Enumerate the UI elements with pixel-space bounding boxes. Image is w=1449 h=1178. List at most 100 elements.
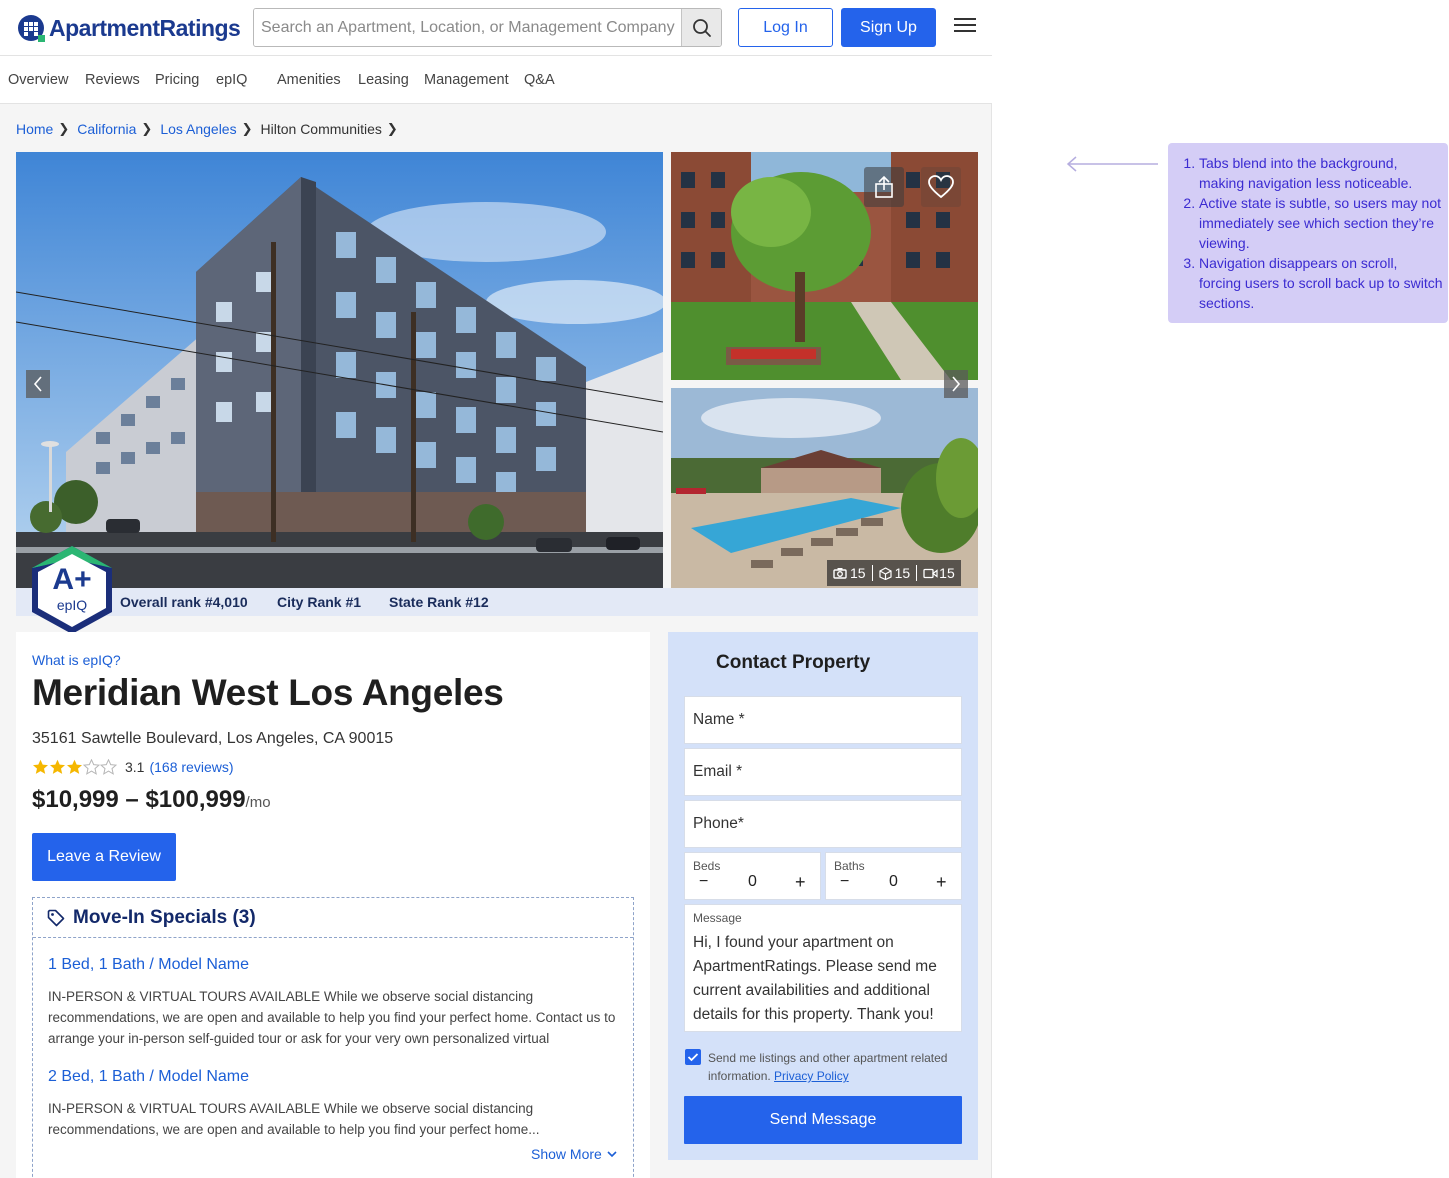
search-input[interactable] <box>254 9 683 46</box>
chevron-right-icon <box>952 376 961 392</box>
site-header: ApartmentRatings Log In Sign Up <box>0 0 992 56</box>
video-count: 15 <box>939 565 955 581</box>
tab-leasing[interactable]: Leasing <box>358 72 409 88</box>
send-message-button[interactable]: Send Message <box>684 1096 962 1144</box>
special-item-desc: IN-PERSON & VIRTUAL TOURS AVAILABLE Whil… <box>48 989 616 1046</box>
beds-label: Beds <box>693 859 721 873</box>
camera-icon <box>833 568 847 579</box>
check-icon <box>687 1053 699 1062</box>
tab-overview[interactable]: Overview <box>8 72 68 88</box>
tab-amenities[interactable]: Amenities <box>277 72 341 88</box>
chevron-left-icon <box>33 376 42 392</box>
beds-value: 0 <box>748 873 757 890</box>
annotation-item: Navigation disappears on scroll, forcing… <box>1199 253 1443 313</box>
rank-strip: Overall rank #4,010 City Rank #1 State R… <box>16 588 978 616</box>
building-photo-image <box>16 152 663 588</box>
pool-photo[interactable] <box>671 388 978 588</box>
logo[interactable]: ApartmentRatings <box>16 12 241 44</box>
breadcrumb: Home ❯ California ❯ Los Angeles ❯ Hilton… <box>16 120 406 138</box>
message-text: Hi, I found your apartment on ApartmentR… <box>693 934 937 1023</box>
signup-button[interactable]: Sign Up <box>841 8 936 47</box>
state-rank: State Rank #12 <box>389 594 489 610</box>
reviews-count-link[interactable]: (168 reviews) <box>149 759 233 775</box>
breadcrumb-home[interactable]: Home <box>16 121 53 137</box>
breadcrumb-state[interactable]: California <box>77 121 136 137</box>
epiq-label: epIQ <box>56 597 88 613</box>
beds-decrement-button[interactable]: − <box>699 873 708 891</box>
phone-field[interactable]: Phone* <box>684 800 962 848</box>
name-field[interactable]: Name * <box>684 696 962 744</box>
email-field-label: Email * <box>693 763 743 780</box>
rating-row: 3.1 (168 reviews) <box>32 759 234 775</box>
baths-value: 0 <box>889 873 898 890</box>
hamburger-menu-icon[interactable] <box>954 18 978 38</box>
tab-qa[interactable]: Q&A <box>524 72 555 88</box>
price-value: $10,999 – $100,999 <box>32 786 246 813</box>
tab-management[interactable]: Management <box>424 72 509 88</box>
contact-property-card: Contact Property Name * Email * Phone* B… <box>668 632 978 1160</box>
price-range: $10,999 – $100,999/mo <box>32 786 271 814</box>
show-more-button[interactable]: Show More <box>531 1146 618 1162</box>
media-counts[interactable]: 15 15 15 <box>827 560 961 586</box>
share-button[interactable] <box>864 167 904 207</box>
main-photo[interactable] <box>16 152 663 588</box>
message-field[interactable]: Message Hi, I found your apartment on Ap… <box>684 904 962 1032</box>
star-outline-icon <box>100 759 117 775</box>
photo-count: 15 <box>850 565 866 581</box>
baths-decrement-button[interactable]: − <box>840 873 849 891</box>
beds-stepper: Beds − 0 + <box>684 852 821 900</box>
consent-text: Send me listings and other apartment rel… <box>708 1049 966 1085</box>
search-button[interactable] <box>681 9 721 46</box>
email-field[interactable]: Email * <box>684 748 962 796</box>
epiq-badge[interactable]: A+ epIQ <box>30 545 114 635</box>
message-label: Message <box>693 911 742 925</box>
breadcrumb-current: Hilton Communities <box>260 121 382 137</box>
chevron-right-icon: ❯ <box>241 121 253 136</box>
annotation-item: Tabs blend into the background, making n… <box>1199 153 1443 193</box>
login-button[interactable]: Log In <box>738 8 833 47</box>
pool-photo-image <box>671 388 978 588</box>
annotation-list: Tabs blend into the background, making n… <box>1199 153 1443 313</box>
leave-review-button[interactable]: Leave a Review <box>32 833 176 881</box>
star-rating <box>32 759 117 775</box>
annotation-item: Active state is subtle, so users may not… <box>1199 193 1443 253</box>
tab-pricing[interactable]: Pricing <box>155 72 199 88</box>
what-is-epiq-link[interactable]: What is epIQ? <box>32 652 121 668</box>
tag-icon <box>47 909 65 926</box>
epiq-grade: A+ <box>52 563 92 596</box>
tour-count: 15 <box>894 565 911 581</box>
chevron-right-icon: ❯ <box>58 121 70 136</box>
tab-epiq[interactable]: epIQ <box>216 72 247 88</box>
section-tabs: Overview Reviews Pricing epIQ Amenities … <box>0 56 992 104</box>
star-icon <box>50 759 65 774</box>
gallery-prev-button[interactable] <box>26 370 50 398</box>
gallery-next-button[interactable] <box>944 370 968 398</box>
logo-building-icon <box>18 15 45 42</box>
price-unit: /mo <box>245 794 271 811</box>
rating-value: 3.1 <box>125 759 145 775</box>
courtyard-photo[interactable] <box>671 152 978 380</box>
favorite-button[interactable] <box>921 167 961 207</box>
special-item-title[interactable]: 1 Bed, 1 Bath / Model Name <box>48 956 249 974</box>
baths-increment-button[interactable]: + <box>936 872 947 893</box>
special-item-title[interactable]: 2 Bed, 1 Bath / Model Name <box>48 1068 249 1086</box>
star-icon <box>67 759 82 774</box>
name-field-label: Name * <box>693 711 745 728</box>
city-rank: City Rank #1 <box>277 594 362 610</box>
tab-reviews[interactable]: Reviews <box>85 72 140 88</box>
privacy-policy-link[interactable]: Privacy Policy <box>774 1069 849 1083</box>
page: ApartmentRatings Log In Sign Up Overview… <box>0 0 992 1178</box>
video-icon <box>923 568 938 578</box>
share-icon <box>875 175 893 198</box>
logo-text: ApartmentRatings <box>49 14 241 41</box>
beds-increment-button[interactable]: + <box>795 872 806 893</box>
specials-header: Move-In Specials (3) <box>33 898 633 938</box>
3d-tour-icon <box>878 566 892 580</box>
breadcrumb-city[interactable]: Los Angeles <box>160 121 236 137</box>
listings-consent-checkbox[interactable] <box>685 1049 701 1065</box>
baths-label: Baths <box>834 859 865 873</box>
search-icon <box>692 18 711 37</box>
annotation-note: Tabs blend into the background, making n… <box>1168 143 1448 323</box>
overall-rank: Overall rank #4,010 <box>120 594 248 610</box>
show-more-label: Show More <box>531 1146 602 1162</box>
